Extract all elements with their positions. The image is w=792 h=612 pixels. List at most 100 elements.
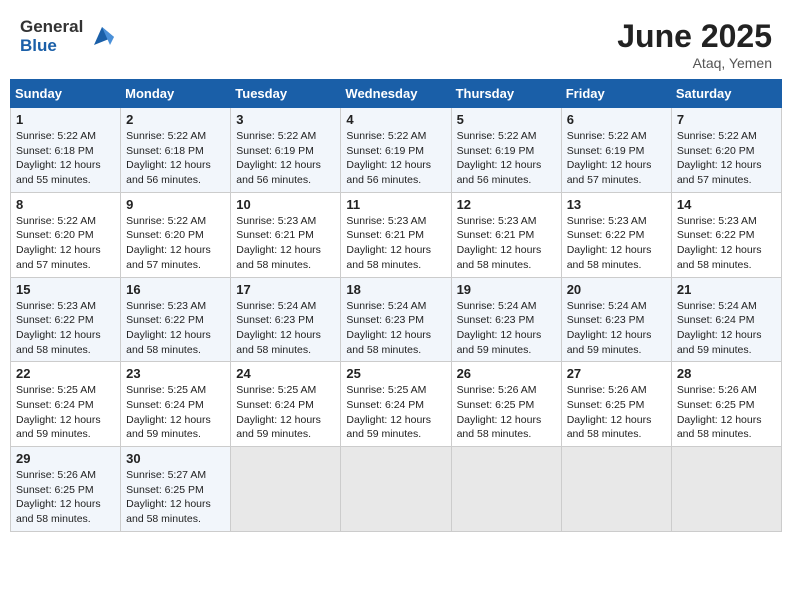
sunrise-label: Sunrise: 5:22 AM	[236, 130, 316, 142]
day-header-monday: Monday	[121, 80, 231, 108]
day-header-thursday: Thursday	[451, 80, 561, 108]
sunset-label: Sunset: 6:24 PM	[236, 399, 314, 411]
calendar-cell: 3 Sunrise: 5:22 AM Sunset: 6:19 PM Dayli…	[231, 108, 341, 193]
calendar-cell	[451, 447, 561, 532]
sunset-label: Sunset: 6:21 PM	[457, 229, 535, 241]
day-number: 10	[236, 197, 335, 212]
logo-general: General	[20, 18, 83, 37]
sunrise-label: Sunrise: 5:22 AM	[677, 130, 757, 142]
day-info: Sunrise: 5:22 AM Sunset: 6:19 PM Dayligh…	[457, 129, 556, 188]
sunrise-label: Sunrise: 5:23 AM	[16, 300, 96, 312]
location: Ataq, Yemen	[617, 55, 772, 71]
sunset-label: Sunset: 6:25 PM	[126, 484, 204, 496]
day-number: 1	[16, 112, 115, 127]
calendar-cell: 20 Sunrise: 5:24 AM Sunset: 6:23 PM Dayl…	[561, 277, 671, 362]
day-number: 17	[236, 282, 335, 297]
day-info: Sunrise: 5:24 AM Sunset: 6:24 PM Dayligh…	[677, 299, 776, 358]
day-number: 7	[677, 112, 776, 127]
sunrise-label: Sunrise: 5:23 AM	[567, 215, 647, 227]
sunset-label: Sunset: 6:20 PM	[677, 145, 755, 157]
calendar-cell: 12 Sunrise: 5:23 AM Sunset: 6:21 PM Dayl…	[451, 192, 561, 277]
sunrise-label: Sunrise: 5:26 AM	[457, 384, 537, 396]
day-info: Sunrise: 5:24 AM Sunset: 6:23 PM Dayligh…	[346, 299, 445, 358]
daylight-label: Daylight: 12 hours and 58 minutes.	[126, 329, 211, 356]
calendar-cell	[561, 447, 671, 532]
sunrise-label: Sunrise: 5:24 AM	[457, 300, 537, 312]
daylight-label: Daylight: 12 hours and 57 minutes.	[567, 159, 652, 186]
day-number: 24	[236, 366, 335, 381]
calendar-cell: 21 Sunrise: 5:24 AM Sunset: 6:24 PM Dayl…	[671, 277, 781, 362]
daylight-label: Daylight: 12 hours and 58 minutes.	[567, 414, 652, 441]
daylight-label: Daylight: 12 hours and 59 minutes.	[346, 414, 431, 441]
daylight-label: Daylight: 12 hours and 58 minutes.	[346, 244, 431, 271]
calendar-week-row: 15 Sunrise: 5:23 AM Sunset: 6:22 PM Dayl…	[11, 277, 782, 362]
calendar-cell: 6 Sunrise: 5:22 AM Sunset: 6:19 PM Dayli…	[561, 108, 671, 193]
day-number: 14	[677, 197, 776, 212]
calendar-cell: 9 Sunrise: 5:22 AM Sunset: 6:20 PM Dayli…	[121, 192, 231, 277]
daylight-label: Daylight: 12 hours and 56 minutes.	[126, 159, 211, 186]
daylight-label: Daylight: 12 hours and 58 minutes.	[236, 244, 321, 271]
sunrise-label: Sunrise: 5:24 AM	[236, 300, 316, 312]
calendar-week-row: 29 Sunrise: 5:26 AM Sunset: 6:25 PM Dayl…	[11, 447, 782, 532]
day-number: 3	[236, 112, 335, 127]
day-info: Sunrise: 5:22 AM Sunset: 6:18 PM Dayligh…	[126, 129, 225, 188]
sunrise-label: Sunrise: 5:22 AM	[346, 130, 426, 142]
sunrise-label: Sunrise: 5:25 AM	[126, 384, 206, 396]
sunset-label: Sunset: 6:23 PM	[236, 314, 314, 326]
calendar-cell: 23 Sunrise: 5:25 AM Sunset: 6:24 PM Dayl…	[121, 362, 231, 447]
day-number: 26	[457, 366, 556, 381]
sunset-label: Sunset: 6:25 PM	[567, 399, 645, 411]
daylight-label: Daylight: 12 hours and 58 minutes.	[457, 414, 542, 441]
sunrise-label: Sunrise: 5:24 AM	[346, 300, 426, 312]
daylight-label: Daylight: 12 hours and 58 minutes.	[16, 498, 101, 525]
day-info: Sunrise: 5:23 AM Sunset: 6:22 PM Dayligh…	[126, 299, 225, 358]
sunset-label: Sunset: 6:24 PM	[16, 399, 94, 411]
sunset-label: Sunset: 6:25 PM	[457, 399, 535, 411]
day-info: Sunrise: 5:26 AM Sunset: 6:25 PM Dayligh…	[567, 383, 666, 442]
daylight-label: Daylight: 12 hours and 58 minutes.	[16, 329, 101, 356]
day-header-sunday: Sunday	[11, 80, 121, 108]
day-number: 13	[567, 197, 666, 212]
day-info: Sunrise: 5:22 AM Sunset: 6:19 PM Dayligh…	[567, 129, 666, 188]
calendar-cell: 27 Sunrise: 5:26 AM Sunset: 6:25 PM Dayl…	[561, 362, 671, 447]
sunset-label: Sunset: 6:25 PM	[677, 399, 755, 411]
sunrise-label: Sunrise: 5:26 AM	[16, 469, 96, 481]
daylight-label: Daylight: 12 hours and 58 minutes.	[677, 414, 762, 441]
sunrise-label: Sunrise: 5:22 AM	[457, 130, 537, 142]
calendar-week-row: 8 Sunrise: 5:22 AM Sunset: 6:20 PM Dayli…	[11, 192, 782, 277]
day-info: Sunrise: 5:22 AM Sunset: 6:20 PM Dayligh…	[16, 214, 115, 273]
sunrise-label: Sunrise: 5:22 AM	[16, 130, 96, 142]
day-info: Sunrise: 5:23 AM Sunset: 6:22 PM Dayligh…	[567, 214, 666, 273]
calendar-cell: 16 Sunrise: 5:23 AM Sunset: 6:22 PM Dayl…	[121, 277, 231, 362]
calendar-cell: 22 Sunrise: 5:25 AM Sunset: 6:24 PM Dayl…	[11, 362, 121, 447]
calendar-cell: 24 Sunrise: 5:25 AM Sunset: 6:24 PM Dayl…	[231, 362, 341, 447]
sunrise-label: Sunrise: 5:23 AM	[126, 300, 206, 312]
day-number: 2	[126, 112, 225, 127]
sunset-label: Sunset: 6:19 PM	[457, 145, 535, 157]
day-info: Sunrise: 5:25 AM Sunset: 6:24 PM Dayligh…	[126, 383, 225, 442]
sunset-label: Sunset: 6:23 PM	[457, 314, 535, 326]
sunset-label: Sunset: 6:23 PM	[567, 314, 645, 326]
day-number: 15	[16, 282, 115, 297]
sunrise-label: Sunrise: 5:22 AM	[126, 215, 206, 227]
sunset-label: Sunset: 6:23 PM	[346, 314, 424, 326]
sunrise-label: Sunrise: 5:24 AM	[677, 300, 757, 312]
day-info: Sunrise: 5:26 AM Sunset: 6:25 PM Dayligh…	[677, 383, 776, 442]
day-info: Sunrise: 5:22 AM Sunset: 6:20 PM Dayligh…	[677, 129, 776, 188]
sunrise-label: Sunrise: 5:23 AM	[346, 215, 426, 227]
sunset-label: Sunset: 6:18 PM	[16, 145, 94, 157]
sunset-label: Sunset: 6:18 PM	[126, 145, 204, 157]
daylight-label: Daylight: 12 hours and 57 minutes.	[16, 244, 101, 271]
calendar-cell: 25 Sunrise: 5:25 AM Sunset: 6:24 PM Dayl…	[341, 362, 451, 447]
daylight-label: Daylight: 12 hours and 59 minutes.	[567, 329, 652, 356]
daylight-label: Daylight: 12 hours and 58 minutes.	[346, 329, 431, 356]
daylight-label: Daylight: 12 hours and 58 minutes.	[236, 329, 321, 356]
day-info: Sunrise: 5:22 AM Sunset: 6:19 PM Dayligh…	[236, 129, 335, 188]
sunset-label: Sunset: 6:24 PM	[126, 399, 204, 411]
calendar-cell: 13 Sunrise: 5:23 AM Sunset: 6:22 PM Dayl…	[561, 192, 671, 277]
day-number: 22	[16, 366, 115, 381]
day-info: Sunrise: 5:27 AM Sunset: 6:25 PM Dayligh…	[126, 468, 225, 527]
calendar-header-row: SundayMondayTuesdayWednesdayThursdayFrid…	[11, 80, 782, 108]
day-number: 5	[457, 112, 556, 127]
calendar-cell	[231, 447, 341, 532]
